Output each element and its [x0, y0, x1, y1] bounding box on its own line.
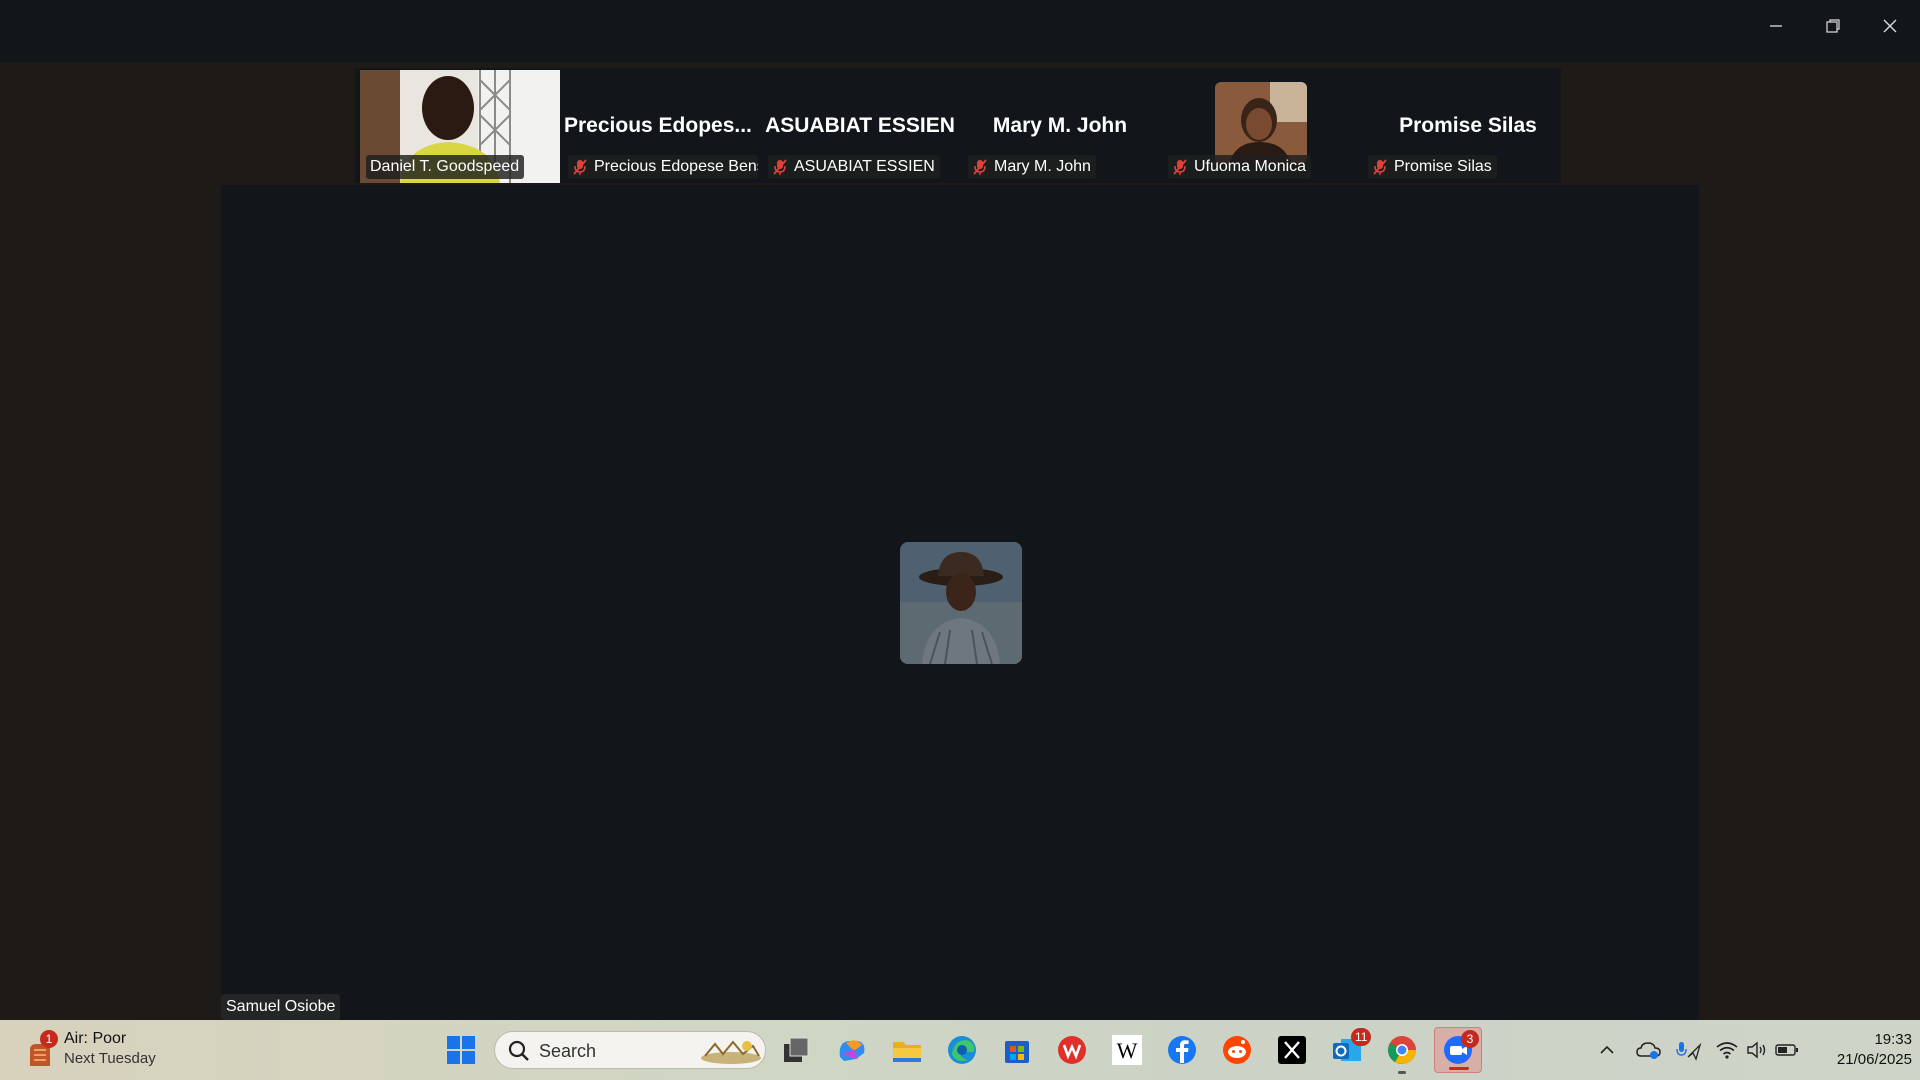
- file-explorer-button[interactable]: [887, 1030, 927, 1070]
- task-view-icon: [784, 1037, 809, 1062]
- edge-button[interactable]: [942, 1030, 982, 1070]
- participant-tile[interactable]: Promise Silas Promise Silas: [1360, 70, 1560, 183]
- chrome-icon: [1388, 1036, 1416, 1064]
- close-icon: [1883, 19, 1897, 33]
- participant-name: Daniel T. Goodspeed: [370, 158, 520, 175]
- volume-icon: [1747, 1041, 1766, 1059]
- wikipedia-button[interactable]: W: [1107, 1030, 1147, 1070]
- windows-logo-icon: [447, 1036, 475, 1064]
- weather-widget[interactable]: 1 Air: Poor Next Tuesday: [26, 1030, 176, 1072]
- participant-name: Promise Silas: [1394, 158, 1492, 175]
- participant-name: Ufuoma Monica: [1194, 158, 1307, 175]
- facebook-button[interactable]: [1162, 1030, 1202, 1070]
- participant-tile[interactable]: Precious Edopes... Precious Edopese Bens…: [560, 70, 760, 183]
- close-button[interactable]: [1870, 10, 1910, 42]
- mic-muted-icon: [573, 159, 587, 175]
- participant-display-name: Promise Silas: [1399, 114, 1537, 137]
- wps-icon: [1058, 1036, 1086, 1064]
- chrome-button[interactable]: [1382, 1030, 1422, 1074]
- search-placeholder: Search: [539, 1041, 597, 1061]
- mic-muted-icon: [773, 159, 787, 175]
- restore-icon: [1826, 19, 1840, 33]
- speaker-avatar: [900, 542, 1022, 664]
- participant-name-label: Promise Silas: [1368, 155, 1497, 179]
- clock-date: 21/06/2025: [1836, 1051, 1912, 1068]
- minimize-icon: [1770, 25, 1782, 27]
- svg-text:W: W: [1117, 1038, 1138, 1063]
- minimize-button[interactable]: [1756, 10, 1796, 42]
- facebook-icon: [1168, 1036, 1196, 1064]
- running-indicator: [1398, 1071, 1406, 1074]
- weather-line1: Air: Poor: [64, 1030, 127, 1047]
- edge-icon: [948, 1036, 976, 1064]
- participant-display-name: Mary M. John: [992, 114, 1128, 137]
- speaker-name-label: Samuel Osiobe: [221, 994, 341, 1020]
- taskbar-search[interactable]: Search: [494, 1031, 766, 1069]
- store-icon: [1005, 1041, 1029, 1063]
- mic-location-icon: [1676, 1042, 1702, 1061]
- cloud-icon: [1636, 1042, 1661, 1059]
- participant-tile[interactable]: Mary M. John Mary M. John: [960, 70, 1160, 183]
- task-view-button[interactable]: [777, 1030, 817, 1070]
- chevron-up-icon: [1600, 1045, 1614, 1054]
- mic-muted-icon: [1173, 159, 1187, 175]
- title-bar: [0, 0, 1920, 62]
- volume-button[interactable]: [1744, 1037, 1770, 1063]
- wps-button[interactable]: [1052, 1030, 1092, 1070]
- mic-muted-icon: [973, 159, 987, 175]
- search-icon: [508, 1040, 529, 1061]
- mic-muted-icon: [1373, 159, 1387, 175]
- copilot-button[interactable]: [832, 1030, 872, 1070]
- zoom-badge: 3: [1461, 1030, 1479, 1048]
- participant-tile[interactable]: Daniel T. Goodspeed: [360, 70, 560, 183]
- participant-name-label: Ufuoma Monica: [1168, 155, 1312, 179]
- participant-tile[interactable]: Ufuoma Monica: [1160, 70, 1360, 183]
- zoom-button[interactable]: 3: [1434, 1027, 1482, 1073]
- location-tray-button[interactable]: [1674, 1037, 1704, 1063]
- start-button[interactable]: [441, 1030, 481, 1070]
- participant-name: Precious Edopese Bens...: [594, 158, 758, 175]
- participant-avatar: [1215, 82, 1307, 164]
- onedrive-tray-button[interactable]: [1634, 1037, 1664, 1063]
- participant-name-label: Mary M. John: [968, 155, 1096, 179]
- participant-name: ASUABIAT ESSIEN: [794, 158, 935, 175]
- folder-icon: [893, 1042, 921, 1062]
- participant-name-label: Daniel T. Goodspeed: [366, 155, 525, 179]
- participant-display-name: Precious Edopes...: [564, 114, 752, 137]
- battery-icon: [1775, 1044, 1798, 1056]
- x-icon: [1278, 1036, 1306, 1064]
- wifi-button[interactable]: [1714, 1037, 1740, 1063]
- outlook-badge: 11: [1351, 1028, 1372, 1046]
- weather-badge: 1: [40, 1030, 58, 1048]
- reddit-button[interactable]: [1217, 1030, 1257, 1070]
- outlook-button[interactable]: 11: [1327, 1028, 1372, 1070]
- system-clock[interactable]: 19:33 21/06/2025: [1800, 1030, 1912, 1070]
- wikipedia-icon: W: [1112, 1035, 1142, 1065]
- active-indicator: [1449, 1067, 1469, 1070]
- participant-name-label: ASUABIAT ESSIEN: [768, 155, 940, 179]
- participant-name-label: Precious Edopese Bens...: [568, 155, 758, 179]
- battery-button[interactable]: [1774, 1037, 1800, 1063]
- reddit-icon: [1223, 1036, 1251, 1064]
- store-button[interactable]: [997, 1030, 1037, 1070]
- participant-display-name: ASUABIAT ESSIEN: [765, 114, 955, 137]
- restore-button[interactable]: [1813, 10, 1853, 42]
- participant-name: Mary M. John: [994, 158, 1091, 175]
- wifi-icon: [1716, 1042, 1738, 1059]
- copilot-icon: [839, 1040, 865, 1061]
- search-highlight-icon: [701, 1040, 761, 1064]
- clock-time: 19:33: [1874, 1031, 1912, 1048]
- weather-line2: Next Tuesday: [64, 1050, 156, 1067]
- show-hidden-icons-button[interactable]: [1596, 1037, 1618, 1063]
- x-button[interactable]: [1272, 1030, 1312, 1070]
- participant-tile[interactable]: ASUABIAT ESSIEN ASUABIAT ESSIEN: [760, 70, 960, 183]
- speaker-photo: [900, 542, 1022, 664]
